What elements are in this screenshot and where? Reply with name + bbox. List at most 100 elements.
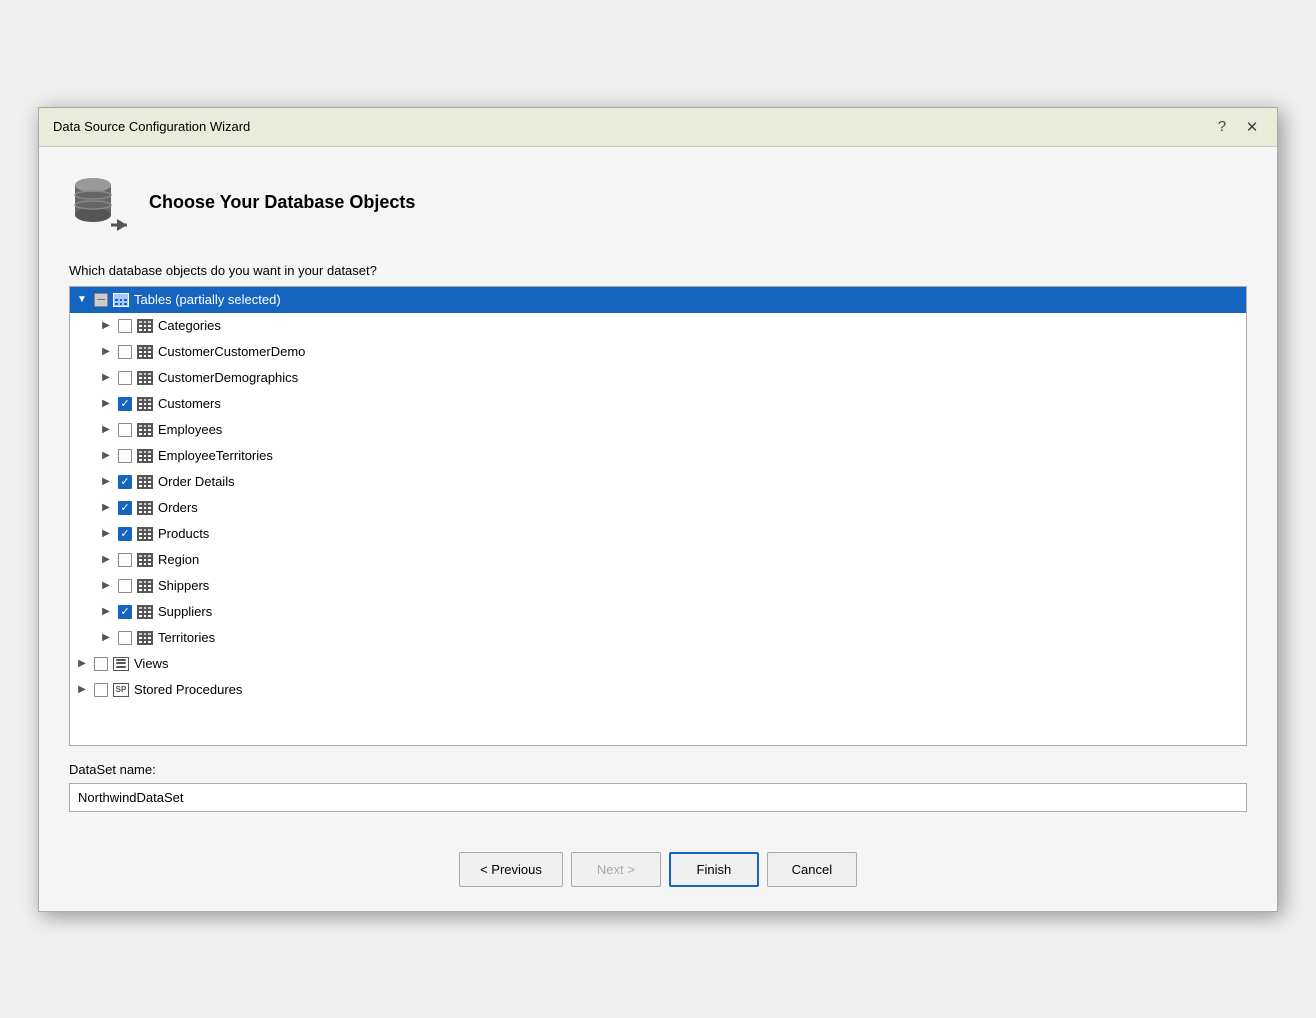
tables-label: Tables (partially selected) [134,292,281,307]
views-icon [112,656,130,672]
title-bar: Data Source Configuration Wizard ? ✕ [39,108,1277,147]
sp-icon: SP [112,682,130,698]
finish-button[interactable]: Finish [669,852,759,887]
checkbox-customerdemographics[interactable] [118,371,132,385]
tree-item-categories[interactable]: ▶ Categories [70,313,1246,339]
expander-11[interactable]: ▶ [98,604,114,620]
table-icon-9 [136,552,154,568]
item-label-11: Suppliers [158,604,212,619]
tree-item-region[interactable]: ▶ Region [70,547,1246,573]
tree-item-shippers[interactable]: ▶ Shippers [70,573,1246,599]
expander-tables[interactable]: ▼ [74,292,90,308]
tree-item-orders[interactable]: ▶ ✓ Orders [70,495,1246,521]
expander-views[interactable]: ▶ [74,656,90,672]
checkbox-sp[interactable] [94,683,108,697]
checkbox-orderdetails[interactable]: ✓ [118,475,132,489]
checkbox-views[interactable] [94,657,108,671]
tree-stored-procedures[interactable]: ▶ SP Stored Procedures [70,677,1246,703]
tree-root-tables[interactable]: ▼ ─ Tables (partially selec [70,287,1246,313]
expander-12[interactable]: ▶ [98,630,114,646]
expander-6[interactable]: ▶ [98,474,114,490]
item-label-7: Orders [158,500,198,515]
tree-items-container: ▶ Categories ▶ CustomerCustomerDemo ▶ Custome… [70,313,1246,651]
dialog-window: Data Source Configuration Wizard ? ✕ [38,107,1278,912]
checkbox-shippers[interactable] [118,579,132,593]
table-icon-0 [136,318,154,334]
item-label-3: Customers [158,396,221,411]
tree-item-employeeterritories[interactable]: ▶ EmployeeTerritories [70,443,1246,469]
tree-container[interactable]: ▼ ─ Tables (partially selec [69,286,1247,746]
checkbox-employeeterritories[interactable] [118,449,132,463]
checkbox-tables[interactable]: ─ [94,293,108,307]
expander-7[interactable]: ▶ [98,500,114,516]
db-icon-svg [69,171,133,235]
expander-9[interactable]: ▶ [98,552,114,568]
tree-item-products[interactable]: ▶ ✓ Products [70,521,1246,547]
expander-1[interactable]: ▶ [98,344,114,360]
expander-4[interactable]: ▶ [98,422,114,438]
dataset-name-label: DataSet name: [69,762,1247,777]
item-label-2: CustomerDemographics [158,370,298,385]
cancel-button[interactable]: Cancel [767,852,857,887]
expander-5[interactable]: ▶ [98,448,114,464]
table-icon-7 [136,500,154,516]
database-icon [69,171,133,235]
expander-8[interactable]: ▶ [98,526,114,542]
help-button[interactable]: ? [1211,116,1233,138]
dialog-title: Data Source Configuration Wizard [53,119,250,134]
table-icon-11 [136,604,154,620]
checkbox-suppliers[interactable]: ✓ [118,605,132,619]
button-row: < Previous Next > Finish Cancel [39,832,1277,911]
table-icon-8 [136,526,154,542]
table-icon-4 [136,422,154,438]
checkbox-region[interactable] [118,553,132,567]
previous-button[interactable]: < Previous [459,852,563,887]
tree-item-employees[interactable]: ▶ Employees [70,417,1246,443]
next-button[interactable]: Next > [571,852,661,887]
expander-sp[interactable]: ▶ [74,682,90,698]
table-icon-10 [136,578,154,594]
sp-label: Stored Procedures [134,682,242,697]
header-section: Choose Your Database Objects [69,171,1247,235]
table-icon-1 [136,344,154,360]
views-label: Views [134,656,168,671]
tables-icon [112,292,130,308]
tree-views[interactable]: ▶ Views [70,651,1246,677]
question-label: Which database objects do you want in yo… [69,263,1247,278]
checkbox-customercustomerdemo[interactable] [118,345,132,359]
item-label-10: Shippers [158,578,209,593]
table-icon-6 [136,474,154,490]
tree-item-orderdetails[interactable]: ▶ ✓ Order Details [70,469,1246,495]
tree-item-customers[interactable]: ▶ ✓ Customers [70,391,1246,417]
dataset-name-input[interactable] [69,783,1247,812]
item-label-6: Order Details [158,474,235,489]
title-bar-controls: ? ✕ [1211,116,1263,138]
dialog-body: Choose Your Database Objects Which datab… [39,147,1277,832]
item-label-1: CustomerCustomerDemo [158,344,305,359]
close-button[interactable]: ✕ [1241,116,1263,138]
item-label-4: Employees [158,422,222,437]
expander-3[interactable]: ▶ [98,396,114,412]
checkbox-categories[interactable] [118,319,132,333]
item-label-12: Territories [158,630,215,645]
tree-item-suppliers[interactable]: ▶ ✓ Suppliers [70,599,1246,625]
tree-item-customerdemographics[interactable]: ▶ CustomerDemographics [70,365,1246,391]
tree-item-territories[interactable]: ▶ Territories [70,625,1246,651]
item-label-5: EmployeeTerritories [158,448,273,463]
item-label-9: Region [158,552,199,567]
checkbox-employees[interactable] [118,423,132,437]
tree-item-customercustomerdemo[interactable]: ▶ CustomerCustomerDemo [70,339,1246,365]
table-icon-3 [136,396,154,412]
checkbox-territories[interactable] [118,631,132,645]
checkbox-customers[interactable]: ✓ [118,397,132,411]
expander-2[interactable]: ▶ [98,370,114,386]
expander-10[interactable]: ▶ [98,578,114,594]
checkbox-orders[interactable]: ✓ [118,501,132,515]
item-label-0: Categories [158,318,221,333]
wizard-step-title: Choose Your Database Objects [149,192,415,213]
expander-0[interactable]: ▶ [98,318,114,334]
item-label-8: Products [158,526,209,541]
table-icon-2 [136,370,154,386]
table-icon-5 [136,448,154,464]
checkbox-products[interactable]: ✓ [118,527,132,541]
